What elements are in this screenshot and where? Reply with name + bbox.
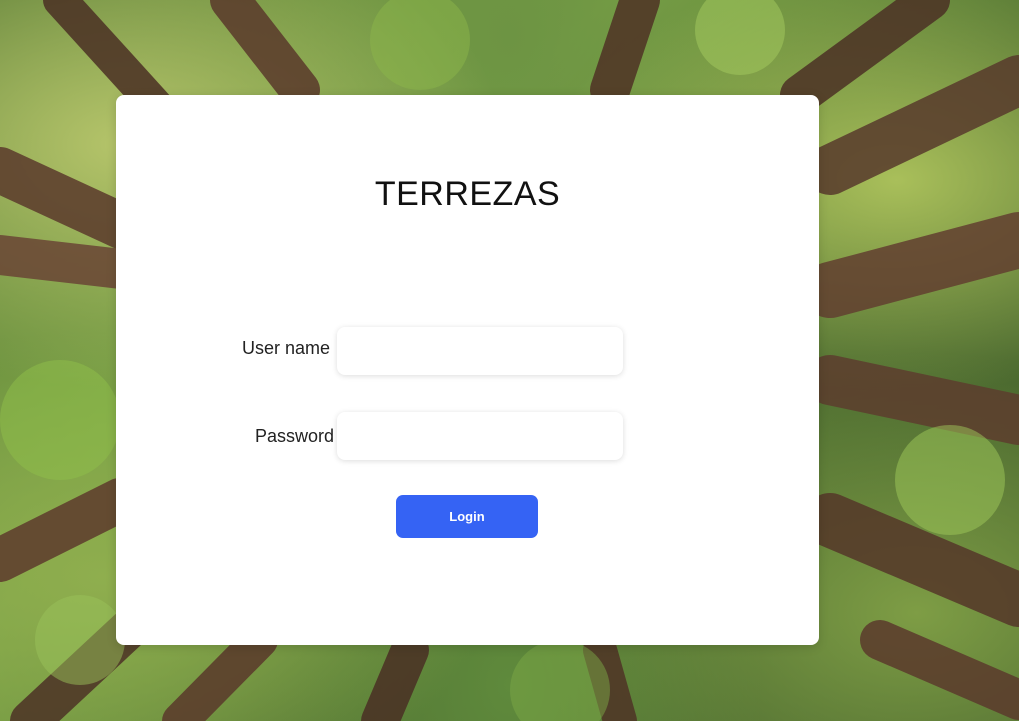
username-input[interactable] (337, 327, 623, 375)
password-label: Password (255, 426, 335, 446)
login-card: TERREZAS User name Password Login (116, 95, 819, 645)
app-title: TERREZAS (374, 175, 561, 213)
username-label: User name (242, 338, 331, 358)
password-input[interactable] (337, 412, 623, 460)
login-button[interactable]: Login (396, 495, 538, 538)
